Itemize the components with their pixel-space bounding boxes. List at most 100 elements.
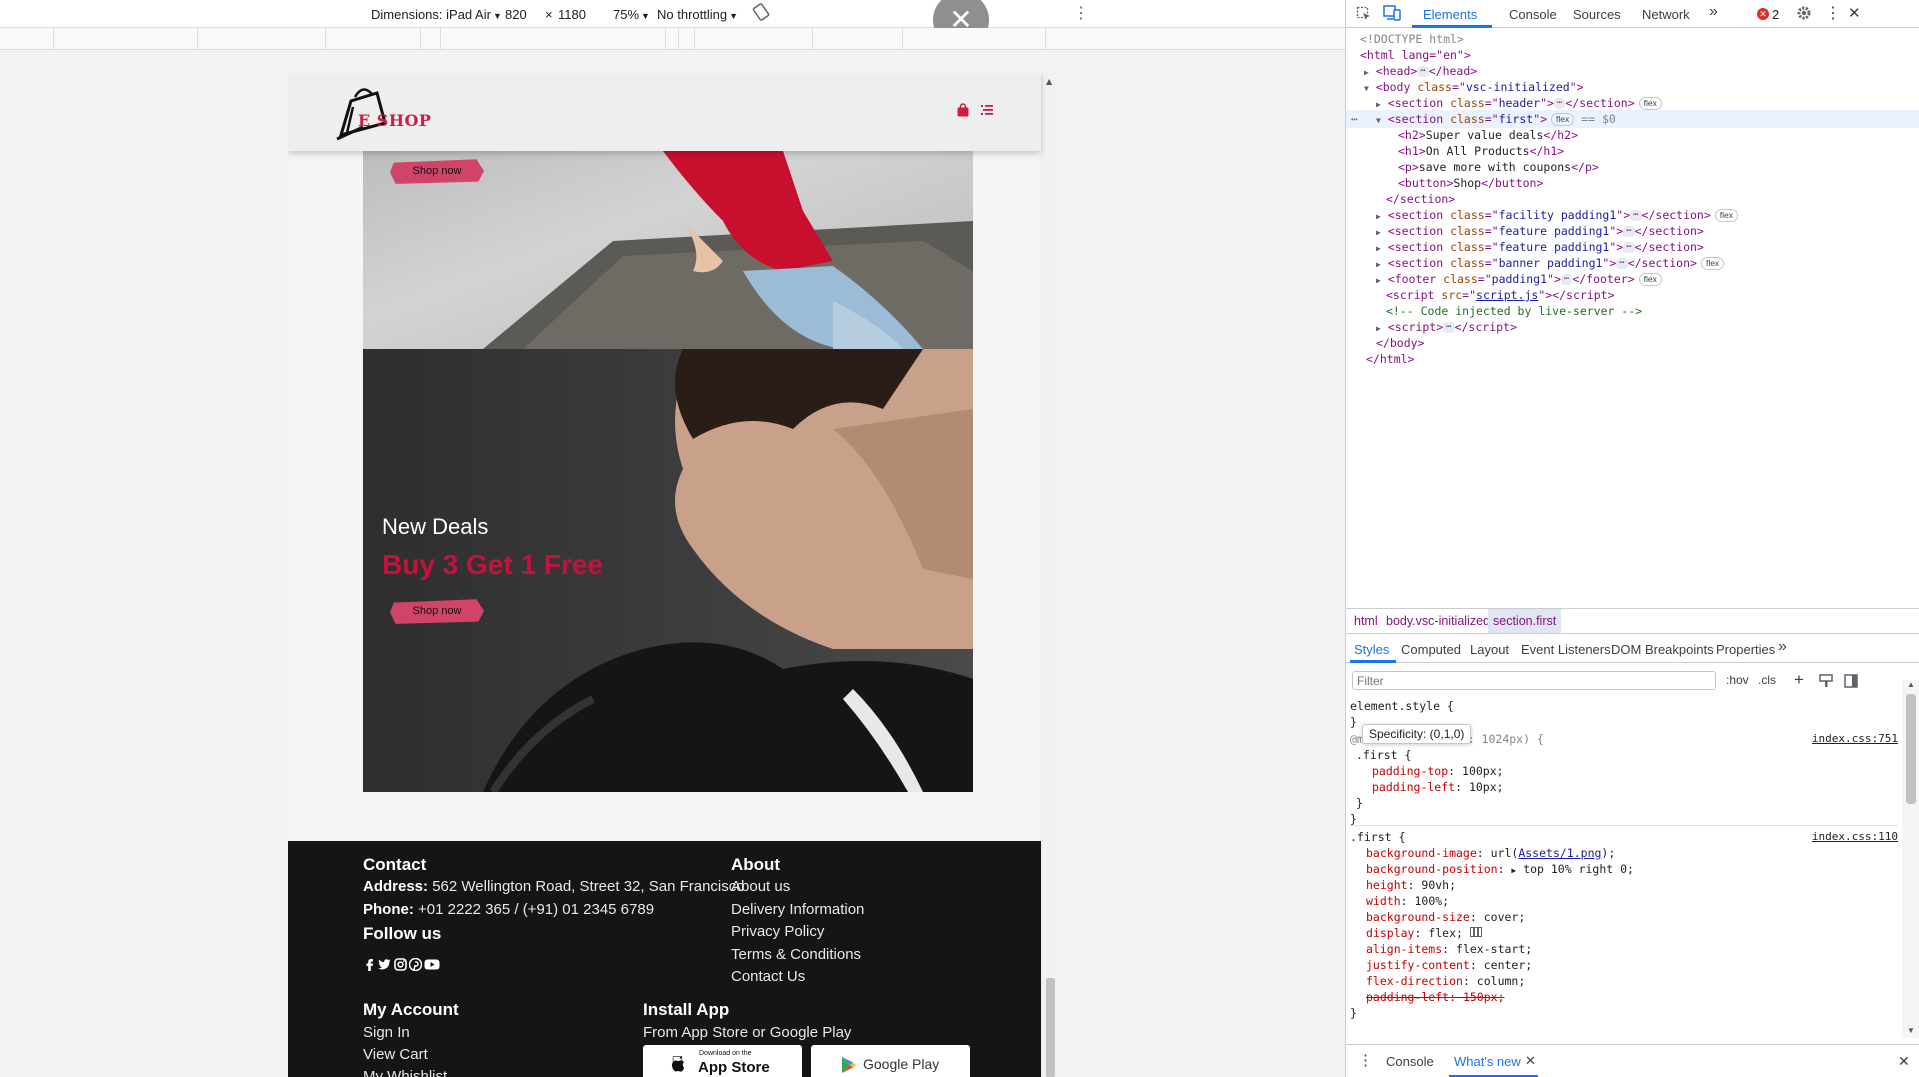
tab-properties[interactable]: Properties	[1716, 642, 1775, 657]
styles-filter-input[interactable]	[1352, 671, 1716, 690]
collapsed-ellipsis[interactable]: ⋯	[1417, 66, 1429, 77]
menu-icon[interactable]	[980, 103, 994, 117]
tab-event-listeners[interactable]: Event Listeners	[1521, 642, 1611, 657]
flex-badge[interactable]: flex	[1638, 97, 1662, 110]
css-property[interactable]: justify-content: center;	[1366, 957, 1532, 973]
pinterest-icon[interactable]	[409, 958, 422, 971]
collapsed-ellipsis[interactable]: ⋯	[1623, 226, 1635, 237]
expand-arrow-icon[interactable]: ▶	[1376, 324, 1381, 333]
gear-icon[interactable]	[1796, 5, 1812, 21]
dom-html-close[interactable]: </html>	[1366, 350, 1414, 368]
tab-network[interactable]: Network	[1642, 7, 1690, 22]
breadcrumb-body[interactable]: body.vsc-initialized	[1386, 614, 1490, 628]
device-toolbar-icon[interactable]	[1383, 5, 1401, 21]
tab-styles[interactable]: Styles	[1354, 642, 1389, 657]
scroll-down-icon[interactable]: ▼	[1907, 1026, 1915, 1035]
collapsed-ellipsis[interactable]: ⋯	[1560, 274, 1573, 285]
expand-arrow-icon[interactable]: ▶	[1376, 228, 1381, 237]
close-whats-new-icon[interactable]: ✕	[1525, 1053, 1536, 1069]
drawer-tab-console[interactable]: Console	[1386, 1054, 1434, 1069]
toggle-sidebar-icon[interactable]	[1844, 674, 1858, 688]
css-property[interactable]: background-position: ▶ top 10% right 0;	[1366, 861, 1634, 877]
scroll-up-icon[interactable]: ▲	[1046, 77, 1052, 86]
breadcrumb-html[interactable]: html	[1354, 614, 1378, 628]
scrollbar-thumb[interactable]	[1046, 978, 1055, 1077]
close-devtools-icon[interactable]: ✕	[1848, 4, 1861, 22]
flex-badge[interactable]: flex	[1638, 273, 1662, 286]
styles-scrollbar-thumb[interactable]	[1906, 694, 1916, 804]
collapsed-ellipsis[interactable]: ⋯	[1553, 98, 1566, 109]
tab-dom-breakpoints[interactable]: DOM Breakpoints	[1611, 642, 1714, 657]
throttling-select[interactable]: No throttling ▼	[657, 7, 738, 22]
row-more-icon[interactable]: ⋯	[1351, 110, 1358, 128]
styles-scrollbar[interactable]: ▲ ▼	[1902, 680, 1919, 1038]
tab-console[interactable]: Console	[1509, 7, 1557, 22]
more-options-icon[interactable]: ⋮	[1825, 3, 1841, 23]
expand-arrow-icon[interactable]: ▶	[1364, 68, 1369, 77]
css-property[interactable]: background-size: cover;	[1366, 909, 1525, 925]
expand-arrow-icon[interactable]: ▶	[1376, 260, 1381, 269]
expand-arrow-icon[interactable]: ▶	[1376, 100, 1381, 109]
collapsed-ellipsis[interactable]: ⋯	[1630, 210, 1642, 221]
class-toggle[interactable]: .cls	[1758, 673, 1776, 687]
element-style-selector[interactable]: element.style {	[1350, 698, 1454, 714]
collapsed-ellipsis[interactable]: ⋯	[1623, 242, 1635, 253]
google-play-button[interactable]: Google Play	[811, 1045, 970, 1077]
expand-arrow-icon[interactable]: ▶	[1376, 276, 1381, 285]
css-property[interactable]: padding-top: 100px;	[1372, 763, 1504, 779]
delivery-information-link[interactable]: Delivery Information	[731, 901, 864, 918]
flex-badge[interactable]: flex	[1700, 257, 1725, 270]
css-property[interactable]: padding-left: 10px;	[1372, 779, 1504, 795]
drawer-tab-whats-new[interactable]: What's new	[1454, 1054, 1521, 1069]
css-property[interactable]: width: 100%;	[1366, 893, 1449, 909]
new-style-rule-icon[interactable]: +	[1794, 670, 1804, 690]
media-first-selector[interactable]: .first {	[1356, 747, 1411, 763]
expand-arrow-icon[interactable]: ▶	[1511, 866, 1516, 875]
height-input[interactable]: 1180	[558, 7, 586, 22]
facebook-icon[interactable]	[363, 958, 376, 971]
drawer-menu-icon[interactable]: ⋮	[1358, 1051, 1373, 1069]
sign-in-link[interactable]: Sign In	[363, 1024, 410, 1041]
css-property[interactable]: display: flex;	[1366, 925, 1482, 941]
breadcrumb-section-first[interactable]: section.first	[1488, 609, 1562, 633]
rule-source-link[interactable]: index.css:110	[1812, 829, 1898, 845]
collapse-arrow-icon[interactable]: ▼	[1376, 116, 1381, 125]
about-us-link[interactable]: About us	[731, 878, 790, 895]
more-tabs-icon[interactable]: »	[1709, 3, 1718, 21]
collapsed-ellipsis[interactable]: ⋯	[1443, 322, 1455, 333]
tab-elements[interactable]: Elements	[1423, 7, 1477, 22]
overridden-css-property[interactable]: padding-left: 150px;	[1366, 989, 1505, 1005]
more-subtabs-icon[interactable]: »	[1778, 638, 1787, 656]
css-property[interactable]: height: 90vh;	[1366, 877, 1456, 893]
expand-arrow-icon[interactable]: ▶	[1376, 212, 1381, 221]
paint-brush-icon[interactable]	[1819, 674, 1833, 688]
media-source-link[interactable]: index.css:751	[1812, 731, 1898, 747]
contact-us-link[interactable]: Contact Us	[731, 968, 805, 985]
flex-badge[interactable]: flex	[1714, 209, 1739, 222]
zoom-select[interactable]: 75% ▼	[613, 7, 650, 22]
expand-arrow-icon[interactable]: ▶	[1376, 244, 1381, 253]
terms-conditions-link[interactable]: Terms & Conditions	[731, 946, 861, 963]
collapsed-ellipsis[interactable]: ⋯	[1616, 258, 1628, 269]
shopping-bag-icon[interactable]	[956, 103, 970, 117]
css-property[interactable]: background-image: url(Assets/1.png);	[1366, 845, 1615, 861]
tab-sources[interactable]: Sources	[1573, 7, 1621, 22]
close-drawer-icon[interactable]: ✕	[1898, 1053, 1910, 1070]
device-scrollbar[interactable]: ▲	[1041, 73, 1058, 1077]
error-icon[interactable]: ✕	[1757, 8, 1769, 20]
css-property[interactable]: flex-direction: column;	[1366, 973, 1525, 989]
width-input[interactable]: 820	[505, 7, 527, 22]
inspect-element-icon[interactable]	[1356, 6, 1372, 22]
view-cart-link[interactable]: View Cart	[363, 1046, 428, 1063]
device-select[interactable]: Dimensions: iPad Air ▼	[371, 7, 502, 22]
flex-badge[interactable]: flex	[1551, 113, 1575, 126]
twitter-icon[interactable]	[378, 958, 391, 971]
hover-state-toggle[interactable]: :hov	[1726, 673, 1749, 687]
css-property[interactable]: align-items: flex-start;	[1366, 941, 1532, 957]
flexbox-editor-icon[interactable]	[1469, 927, 1482, 937]
privacy-policy-link[interactable]: Privacy Policy	[731, 923, 824, 940]
script-src-link[interactable]: script.js	[1476, 288, 1538, 302]
my-whishlist-link[interactable]: My Whishlist	[363, 1068, 447, 1077]
scroll-up-icon[interactable]: ▲	[1907, 680, 1915, 689]
app-store-button[interactable]:  Download on the App Store	[643, 1045, 802, 1077]
